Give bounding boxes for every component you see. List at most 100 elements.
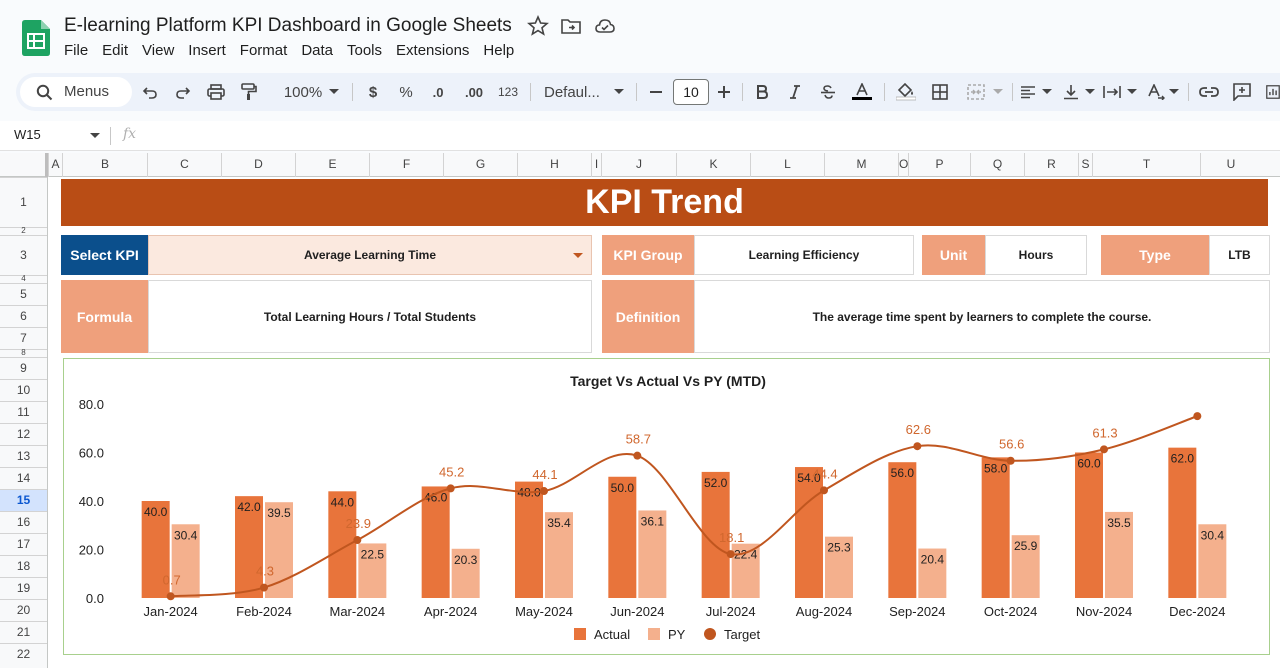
italic-button[interactable] (785, 79, 805, 105)
search-menus-button[interactable]: Menus (20, 77, 132, 107)
column-header-b[interactable]: B (62, 153, 147, 177)
menu-format[interactable]: Format (240, 42, 297, 59)
bold-button[interactable] (752, 79, 772, 105)
row-header-3[interactable]: 3 (0, 235, 47, 275)
column-header-h[interactable]: H (517, 153, 591, 177)
column-header-r[interactable]: R (1024, 153, 1078, 177)
menu-extensions[interactable]: Extensions (396, 42, 478, 59)
row-header-9[interactable]: 9 (0, 357, 47, 379)
row-header-7[interactable]: 7 (0, 327, 47, 349)
menu-view[interactable]: View (142, 42, 183, 59)
wrap-dropdown-icon[interactable] (1126, 79, 1138, 105)
redo-button[interactable] (173, 79, 193, 105)
column-header-a[interactable]: A (48, 153, 62, 177)
font-dropdown-icon[interactable] (613, 79, 625, 105)
sheet-grid[interactable]: KPI Trend Select KPI Average Learning Ti… (48, 177, 1280, 668)
row-header-6[interactable]: 6 (0, 305, 47, 327)
row-header-1[interactable]: 1 (0, 177, 47, 227)
decrease-font-size-button[interactable] (648, 79, 664, 105)
font-family-select[interactable]: Defaul... (544, 79, 606, 105)
column-header-q[interactable]: Q (970, 153, 1024, 177)
row-header-15[interactable]: 15 (0, 489, 47, 511)
zoom-select[interactable]: 100% (273, 79, 333, 105)
rotation-dropdown-icon[interactable] (1168, 79, 1180, 105)
document-title[interactable]: E-learning Platform KPI Dashboard in Goo… (64, 15, 512, 37)
currency-format-button[interactable]: $ (363, 79, 383, 105)
row-header-17[interactable]: 17 (0, 533, 47, 555)
row-header-2[interactable]: 2 (0, 227, 47, 235)
column-header-t[interactable]: T (1092, 153, 1200, 177)
select-all-corner[interactable] (0, 153, 48, 177)
menu-edit[interactable]: Edit (102, 42, 137, 59)
move-folder-icon[interactable] (559, 14, 583, 38)
borders-button[interactable] (930, 79, 950, 105)
column-header-l[interactable]: L (750, 153, 824, 177)
row-header-4[interactable]: 4 (0, 275, 47, 283)
row-header-14[interactable]: 14 (0, 467, 47, 489)
select-kpi-dropdown[interactable]: Average Learning Time (148, 235, 592, 275)
row-header-13[interactable]: 13 (0, 445, 47, 467)
column-header-o[interactable]: O (898, 153, 908, 177)
percent-format-button[interactable]: % (396, 79, 416, 105)
column-header-i[interactable]: I (591, 153, 601, 177)
column-header-e[interactable]: E (295, 153, 369, 177)
column-header-d[interactable]: D (221, 153, 295, 177)
kpi-trend-chart[interactable]: Target Vs Actual Vs PY (MTD) 0.0 20.0 40.0… (63, 358, 1270, 655)
menu-data[interactable]: Data (301, 42, 342, 59)
insert-chart-button[interactable] (1266, 79, 1280, 105)
row-header-16[interactable]: 16 (0, 511, 47, 533)
increase-font-size-button[interactable] (716, 79, 732, 105)
increase-decimal-button[interactable]: .00 (461, 79, 487, 105)
row-header-18[interactable]: 18 (0, 555, 47, 577)
menu-tools[interactable]: Tools (347, 42, 391, 59)
row-header-5[interactable]: 5 (0, 283, 47, 305)
column-header-s[interactable]: S (1078, 153, 1092, 177)
name-box[interactable]: W15 (14, 127, 41, 142)
column-header-m[interactable]: M (824, 153, 898, 177)
vertical-align-button[interactable] (1061, 79, 1081, 105)
column-header-u[interactable]: U (1200, 153, 1261, 177)
row-header-11[interactable]: 11 (0, 401, 47, 423)
align-dropdown-icon[interactable] (1041, 79, 1053, 105)
insert-link-button[interactable] (1198, 79, 1220, 105)
text-wrapping-button[interactable] (1102, 79, 1122, 105)
undo-button[interactable] (140, 79, 160, 105)
menu-file[interactable]: File (64, 42, 97, 59)
number-format-button[interactable]: 123 (496, 79, 520, 105)
text-color-button[interactable] (850, 79, 874, 105)
column-header-c[interactable]: C (147, 153, 221, 177)
row-header-19[interactable]: 19 (0, 577, 47, 599)
row-header-21[interactable]: 21 (0, 621, 47, 643)
font-size-input[interactable]: 10 (673, 79, 709, 105)
formula-bar-divider (110, 127, 111, 145)
horizontal-align-button[interactable] (1018, 79, 1038, 105)
decrease-decimal-button[interactable]: .0 (427, 79, 449, 105)
merge-cells-button[interactable] (966, 79, 986, 105)
row-header-12[interactable]: 12 (0, 423, 47, 445)
column-header-g[interactable]: G (443, 153, 517, 177)
strikethrough-button[interactable] (818, 79, 838, 105)
fill-color-button[interactable] (894, 79, 918, 105)
row-header-22[interactable]: 22 (0, 643, 47, 665)
menu-insert[interactable]: Insert (188, 42, 235, 59)
valign-dropdown-icon[interactable] (1084, 79, 1096, 105)
insert-comment-button[interactable] (1232, 79, 1252, 105)
merge-dropdown-icon[interactable] (992, 79, 1004, 105)
zoom-dropdown-icon[interactable] (328, 79, 340, 105)
row-header-10[interactable]: 10 (0, 379, 47, 401)
row-header-8[interactable]: 8 (0, 349, 47, 357)
dropdown-arrow-icon[interactable] (573, 253, 583, 259)
row-header-20[interactable]: 20 (0, 599, 47, 621)
cloud-status-icon[interactable] (593, 14, 617, 38)
column-header-p[interactable]: P (908, 153, 970, 177)
name-box-dropdown-icon[interactable] (90, 133, 100, 139)
menu-help[interactable]: Help (483, 42, 523, 59)
star-icon[interactable] (526, 14, 550, 38)
column-header-f[interactable]: F (369, 153, 443, 177)
column-header-k[interactable]: K (676, 153, 750, 177)
column-header-j[interactable]: J (601, 153, 676, 177)
sheets-logo-icon[interactable] (22, 20, 50, 56)
text-rotation-button[interactable] (1146, 79, 1166, 105)
paint-format-button[interactable] (239, 79, 259, 105)
print-button[interactable] (206, 79, 226, 105)
